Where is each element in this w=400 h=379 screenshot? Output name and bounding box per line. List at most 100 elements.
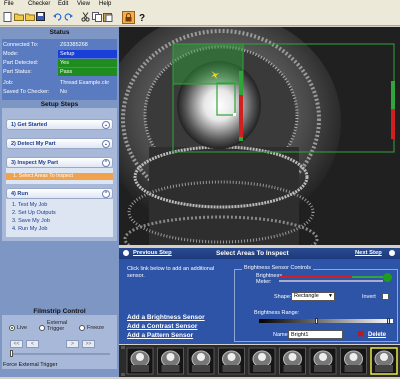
filmstrip-thumbnail[interactable] [157,347,184,375]
open-folder-icon[interactable] [13,11,24,22]
chevron-down-icon[interactable]: ⌄ [102,121,110,129]
menu-bar: File Checker Edit View Help [0,0,400,9]
radio-live[interactable] [9,325,15,331]
cut-icon[interactable] [80,11,91,22]
filmstrip-slider-thumb[interactable] [10,350,13,357]
step-get-started[interactable]: 1) Get Started ⌄ [6,119,113,130]
filmstrip-thumbnail[interactable] [126,347,154,375]
copy-icon[interactable] [91,11,102,22]
paste-icon[interactable] [102,11,113,22]
substep-select-areas[interactable]: 1. Select Areas To Inspect [6,173,113,180]
status-label: Part Detected: [3,60,39,66]
sensor-panel: Click link below to add an additional se… [119,259,400,344]
menu-checker[interactable]: Checker [28,1,50,7]
radio-label: External Trigger [47,320,68,332]
status-label: Connected To: [3,42,39,48]
status-box: Connected To: Z63385268 Mode: Setup Part D… [2,39,117,100]
step-label: 3) Inspect My Part [11,160,59,166]
controls-group-title: Brightness Sensor Controls [242,265,313,271]
add-pattern-sensor-link[interactable]: Add a Pattern Sensor [127,332,193,339]
previous-step-link[interactable]: Previous Step [133,250,172,256]
redo-icon[interactable] [63,11,74,22]
sensor-name-input[interactable] [288,330,343,339]
delete-link[interactable]: Delete [368,332,386,338]
new-icon[interactable] [2,11,13,22]
run-link-run[interactable]: 4. Run My Job [12,226,47,232]
run-link-outputs[interactable]: 2. Set Up Outputs [12,210,56,216]
menu-help[interactable]: Help [99,1,111,7]
filmstrip-thumbnails[interactable] [119,345,400,377]
chevron-up-icon[interactable]: ⌃ [102,159,110,167]
arrow-right-icon[interactable] [389,250,395,256]
run-link-test[interactable]: 1. Test My Job [12,202,47,208]
filmstrip-control-title: Filmstrip Control [33,308,86,315]
save-icon[interactable] [35,11,46,22]
menu-file[interactable]: File [4,1,14,7]
filmstrip-prev-button[interactable]: < [26,340,39,348]
filmstrip-next-button[interactable]: > [66,340,79,348]
radio-label: Live [17,325,28,331]
range-min-handle[interactable] [315,318,318,324]
lock-icon[interactable] [122,11,135,24]
step-label: 1) Get Started [11,122,48,128]
invert-checkbox[interactable] [382,293,389,300]
step-navigation-bar: Previous Step Select Areas To Inspect Ne… [119,248,400,259]
range-max-handle[interactable] [387,318,390,324]
status-label: Saved To Checker: [3,89,50,95]
status-value: Pass [58,68,117,76]
undo-icon[interactable] [52,11,63,22]
status-value: No [60,89,68,95]
status-row: Mode: Setup [2,50,117,58]
radio-external-trigger[interactable] [39,325,45,331]
filmstrip-slider[interactable] [10,353,110,355]
sensor-hint-text: Click link below to add an additional se… [127,266,215,279]
run-link-save[interactable]: 3. Save My Job [12,218,50,224]
step-detect-part[interactable]: 2) Detect My Part ⌄ [6,138,113,149]
filmstrip-thumbnail[interactable] [340,347,367,375]
chevron-down-icon[interactable]: ⌄ [102,140,110,148]
filmstrip-thumbnail[interactable] [370,347,398,375]
open-folder-icon[interactable] [24,11,35,22]
filmstrip-last-button[interactable]: >> [82,340,95,348]
brightness-meter-track [279,280,383,282]
status-label: Mode: [3,51,19,57]
brightness-range-label: Brightness Range: [254,310,300,316]
step-label: 2) Detect My Part [11,141,56,147]
brightness-range-slider[interactable] [259,319,393,323]
setup-steps-box: 1) Get Started ⌄ 2) Detect My Part ⌄ 3) In… [2,108,117,241]
status-label: Job: [3,80,14,86]
help-icon[interactable]: ? [137,11,148,22]
filmstrip-thumbnail[interactable] [279,347,306,375]
radio-label: Freeze [87,325,105,331]
status-row: Part Status: Pass [2,68,117,76]
part-image [119,27,400,245]
chevron-down-icon: ▼ [328,293,333,299]
status-row: Part Detected: Yes [2,59,117,67]
add-brightness-sensor-link[interactable]: Add a Brightness Sensor [127,314,205,321]
filmstrip-first-button[interactable]: << [10,340,23,348]
inspect-substeps: 1. Select Areas To Inspect [6,168,113,184]
menu-view[interactable]: View [77,1,90,7]
setup-steps-title: Setup Steps [40,101,79,108]
delete-icon[interactable]: ✖ [357,330,365,339]
arrow-left-icon[interactable] [123,250,129,256]
camera-image-view[interactable] [119,27,400,245]
filmstrip-thumbnail[interactable] [187,347,215,375]
shape-select[interactable]: Rectangle ▼ [291,292,335,301]
status-row: Job: Thread Example.ckr [2,79,117,87]
filmstrip-thumbnail[interactable] [218,347,245,375]
filmstrip-thumbnail[interactable] [248,347,276,375]
filmstrip-thumbnail[interactable] [309,347,337,375]
status-row: Connected To: Z63385268 [2,41,117,49]
radio-freeze[interactable] [79,325,85,331]
menu-edit[interactable]: Edit [58,1,68,7]
step-title: Select Areas To Inspect [216,250,289,257]
step-run[interactable]: 4) Run ⌃ [6,188,113,199]
add-contrast-sensor-link[interactable]: Add a Contrast Sensor [127,323,197,330]
shape-value: Rectangle [294,293,319,299]
step-inspect-part[interactable]: 3) Inspect My Part ⌃ [6,157,113,168]
chevron-up-icon[interactable]: ⌃ [102,190,110,198]
next-step-link[interactable]: Next Step [355,250,382,256]
svg-text:?: ? [139,13,145,22]
force-trigger-button[interactable]: Force External Trigger [3,362,57,368]
